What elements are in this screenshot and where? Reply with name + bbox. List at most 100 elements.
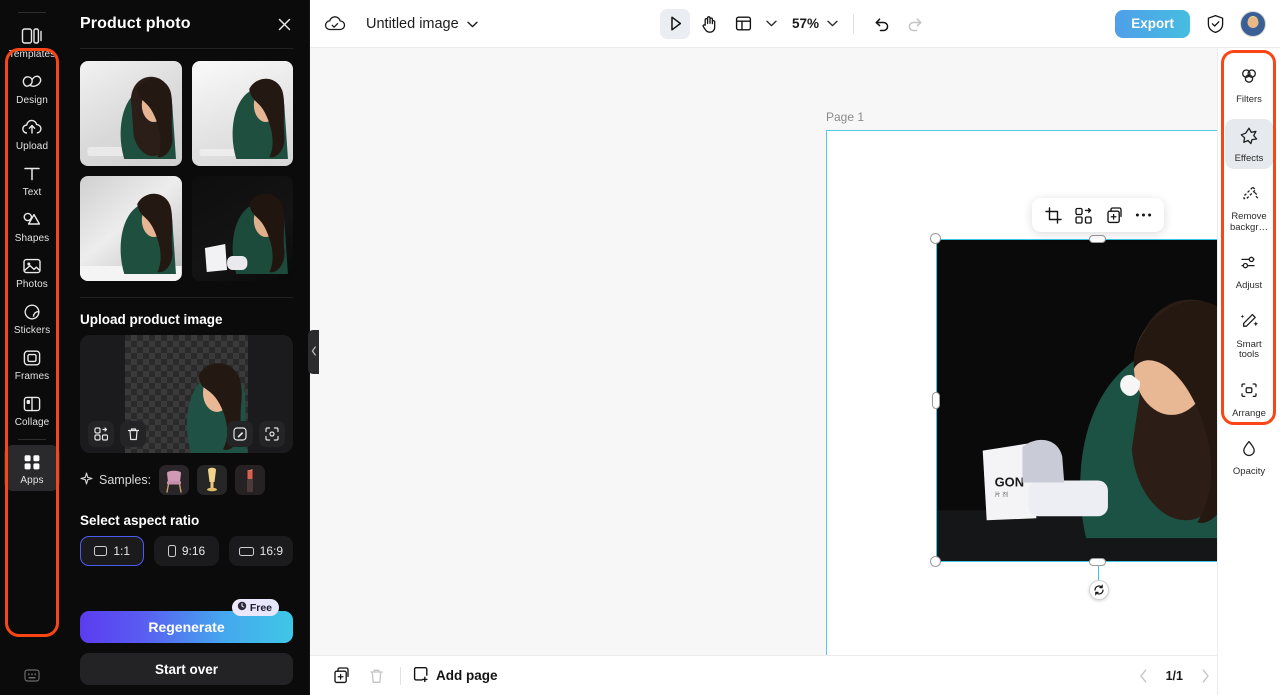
page-label: Page 1 [826,110,865,124]
sidebar-item-design[interactable]: Design [4,65,60,111]
edit-magic-icon[interactable] [227,421,253,447]
right-rail-item-smart-tools[interactable]: Smart tools [1225,305,1273,366]
main-area: Untitled image 57% Export Page 1 Add pag… [310,0,1280,695]
upload-toolbar [80,415,293,453]
text-icon [21,164,43,184]
document-name: Untitled image [366,15,459,32]
aspect-ratio-options: 1:1 9:16 16:9 [64,536,309,566]
keyboard-shortcut-button[interactable] [0,669,64,687]
right-rail-item-filters[interactable]: Filters [1225,60,1273,111]
resize-handle-tl[interactable] [930,233,941,244]
element-float-toolbar [1032,198,1164,232]
page-title: Product photo [80,15,191,32]
apps-grid-icon [21,452,43,472]
redo-button[interactable] [900,9,930,39]
result-thumb-3[interactable] [80,176,182,281]
aspect-ratio-label: 1:1 [113,544,130,558]
selected-image-element[interactable]: GON 片 剂 [936,239,1260,562]
duplicate-icon[interactable] [1100,202,1126,228]
right-rail-item-label: Adjust [1235,280,1263,291]
arrange-icon [1239,381,1259,405]
layout-tool-button[interactable] [728,9,758,39]
replace-image-icon[interactable] [1070,202,1096,228]
sidebar-item-label: Design [16,95,48,106]
aspect-ratio-9-16[interactable]: 9:16 [154,536,219,566]
canvas-area[interactable]: Page 1 [310,48,1280,655]
resize-handle-bl[interactable] [930,556,941,567]
sidebar-item-templates[interactable]: Templates [4,19,60,65]
page-indicator: 1/1 [1165,668,1183,683]
sidebar-item-stickers[interactable]: Stickers [4,295,60,341]
sidebar-item-photos[interactable]: Photos [4,249,60,295]
right-rail-item-arrange[interactable]: Arrange [1225,374,1273,425]
sidebar-item-text[interactable]: Text [4,157,60,203]
sidebar-item-label: Frames [14,371,50,382]
rotate-icon[interactable] [1089,580,1109,600]
right-rail-item-effects[interactable]: Effects [1225,118,1273,169]
sidebar-item-label: Text [22,187,42,198]
document-name-menu[interactable]: Untitled image [366,15,478,33]
crop-icon[interactable] [1040,202,1066,228]
left-rail: Templates Design Upload Text Shapes Photos Sti… [0,0,64,695]
left-rail-items: Templates Design Upload Text Shapes Photos Sti… [0,19,64,491]
sample-drink[interactable] [197,465,228,495]
sidebar-item-frames[interactable]: Frames [4,341,60,387]
select-tool-button[interactable] [659,8,690,39]
stickers-icon [21,302,43,322]
right-rail-item-label: Arrange [1232,407,1266,419]
sample-lipstick[interactable] [235,465,266,495]
zoom-chevron-down-icon[interactable] [823,20,841,27]
toolbar-divider [853,13,855,34]
duplicate-page-icon[interactable] [328,664,352,688]
samples-label-wrap: Samples: [80,472,151,488]
regenerate-button[interactable]: Regenerate Free [80,599,293,643]
sidebar-item-label: Upload [15,141,49,152]
result-thumb-1[interactable] [80,61,182,166]
sidebar-item-upload[interactable]: Upload [4,111,60,157]
sidebar-item-apps[interactable]: Apps [4,445,60,491]
filters-icon [1239,67,1259,91]
export-button[interactable]: Export [1115,9,1190,38]
resize-handle-top[interactable] [1089,235,1106,243]
aspect-ratio-1-1[interactable]: 1:1 [80,536,145,566]
avatar[interactable] [1240,10,1266,37]
zoom-level[interactable]: 57% [792,16,819,31]
right-rail-item-label: Remove backgr… [1229,211,1268,233]
sidebar-item-collage[interactable]: Collage [4,387,60,433]
right-rail-item-opacity[interactable]: Opacity [1225,432,1273,483]
start-over-button[interactable]: Start over [80,653,293,685]
undo-button[interactable] [866,9,896,39]
resize-handle-left[interactable] [932,392,940,409]
topbar-right: Export [1115,9,1266,39]
prev-page-button[interactable] [1132,664,1156,688]
replace-icon[interactable] [88,421,114,447]
next-page-button[interactable] [1193,664,1217,688]
hand-tool-button[interactable] [694,9,724,39]
add-page-button[interactable]: Add page [413,666,498,686]
upload-dropzone[interactable] [80,335,293,453]
right-rail-item-remove-backgr[interactable]: Remove backgr… [1225,177,1273,238]
right-rail-item-adjust[interactable]: Adjust [1225,246,1273,297]
app-root: Templates Design Upload Text Shapes Photos Sti… [0,0,1280,695]
shield-icon[interactable] [1200,9,1230,39]
result-thumb-4[interactable] [191,176,293,281]
aspect-ratio-16-9[interactable]: 16:9 [228,536,293,566]
crop-detect-icon[interactable] [259,421,285,447]
sidebar-item-label: Shapes [14,233,50,244]
panel-collapse-handle[interactable] [308,330,319,374]
layout-chevron-down-icon[interactable] [762,20,780,27]
trash-icon[interactable] [364,664,388,688]
sample-chair[interactable] [159,465,190,495]
cloud-saved-icon[interactable] [324,15,346,33]
adjust-sliders-icon [1239,253,1259,277]
right-rail-item-label: Smart tools [1236,338,1262,360]
delete-icon[interactable] [120,421,146,447]
close-icon[interactable] [276,16,293,33]
more-options-icon[interactable] [1130,202,1156,228]
sidebar-item-shapes[interactable]: Shapes [4,203,60,249]
sidebar-item-label: Templates [8,49,56,60]
ratio-shape-icon [94,546,108,556]
aspect-ratio-title: Select aspect ratio [80,513,200,528]
result-thumb-2[interactable] [191,61,293,166]
resize-handle-bottom[interactable] [1089,558,1106,566]
